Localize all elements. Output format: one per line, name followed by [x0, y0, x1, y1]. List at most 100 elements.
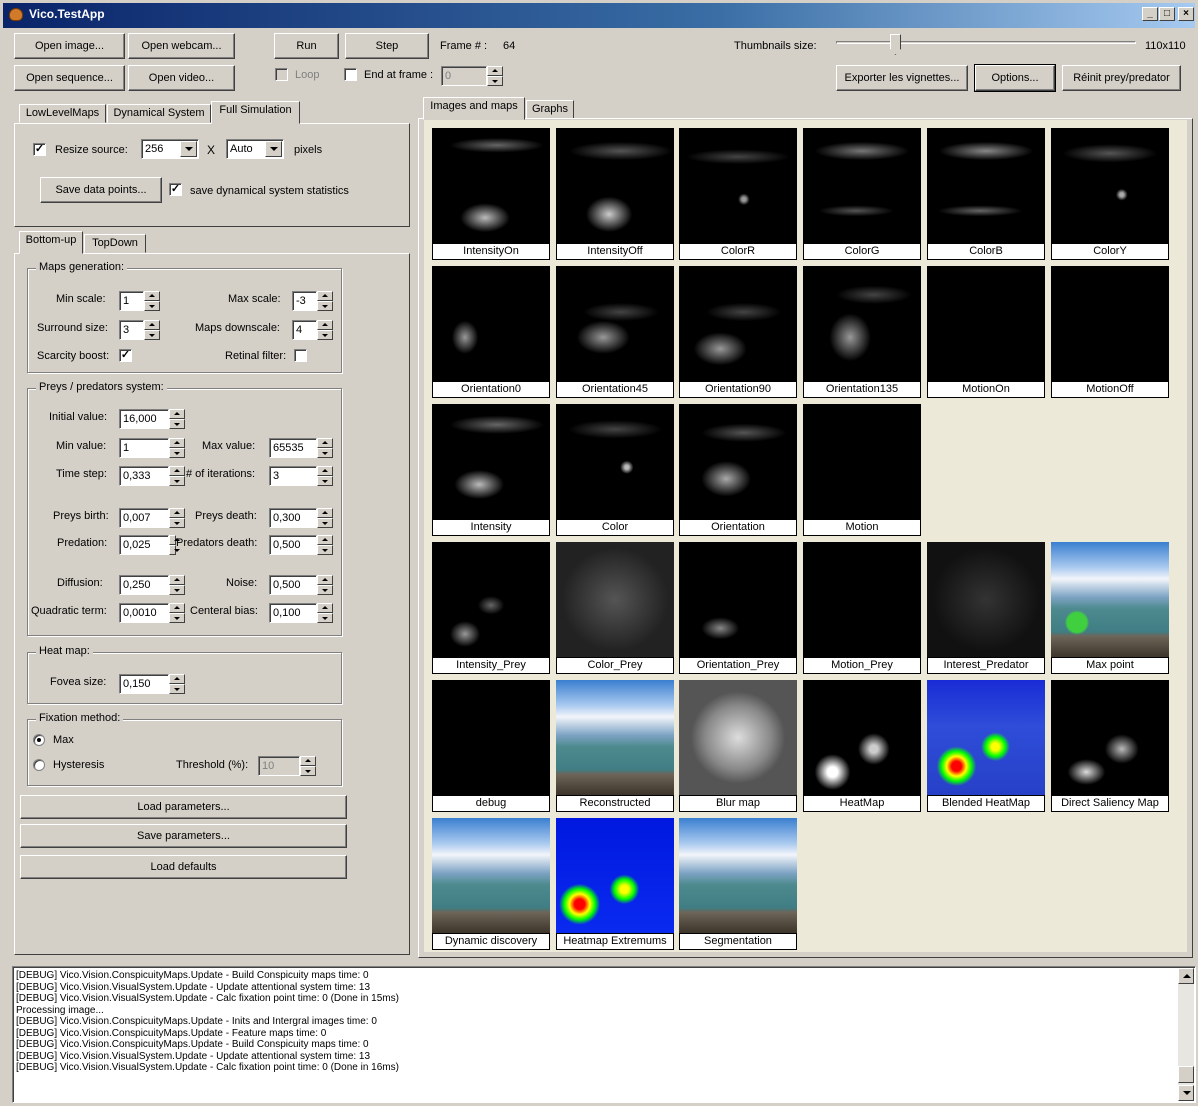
central-bias-spinner[interactable]: [317, 603, 333, 623]
thumbnail-intensityon[interactable]: IntensityOn: [432, 128, 550, 260]
resize-source-checkbox[interactable]: ✓: [33, 143, 46, 156]
time-step-spinner[interactable]: [169, 466, 185, 486]
tab-topdown[interactable]: TopDown: [84, 234, 146, 253]
close-button[interactable]: ×: [1178, 7, 1194, 21]
min-scale-spinner[interactable]: [144, 291, 160, 311]
fixation-hysteresis-radio[interactable]: [33, 759, 45, 771]
central-bias-input[interactable]: 0,100: [269, 603, 317, 623]
scroll-up-icon[interactable]: [1178, 968, 1194, 984]
predation-input[interactable]: 0,025: [119, 535, 169, 555]
predation-spinner[interactable]: [169, 535, 180, 555]
end-at-frame-spinner[interactable]: [487, 66, 503, 86]
preys-death-spinner[interactable]: [317, 508, 333, 528]
thumbnail-colorb[interactable]: ColorB: [927, 128, 1045, 260]
max-value-input[interactable]: 65535: [269, 438, 317, 458]
noise-input[interactable]: 0,500: [269, 575, 317, 595]
load-defaults-button[interactable]: Load defaults: [20, 855, 347, 879]
thumbnail-max-point[interactable]: Max point: [1051, 542, 1169, 674]
thumbnail-heatmap-extremums[interactable]: Heatmap Extremums: [556, 818, 674, 950]
thumbnail-orientation-prey[interactable]: Orientation_Prey: [679, 542, 797, 674]
thumbnail-blur-map[interactable]: Blur map: [679, 680, 797, 812]
thumbnail-intensity-prey[interactable]: Intensity_Prey: [432, 542, 550, 674]
log-output[interactable]: [DEBUG] Vico.Vision.ConspicuityMaps.Upda…: [12, 966, 1196, 1103]
thumbnail-orientation90[interactable]: Orientation90: [679, 266, 797, 398]
open-image-button[interactable]: Open image...: [14, 33, 125, 59]
thumbnails-slider-thumb[interactable]: [890, 34, 901, 55]
open-webcam-button[interactable]: Open webcam...: [128, 33, 235, 59]
open-sequence-button[interactable]: Open sequence...: [14, 65, 125, 91]
preys-birth-spinner[interactable]: [169, 508, 185, 528]
thumbnail-colory[interactable]: ColorY: [1051, 128, 1169, 260]
open-video-button[interactable]: Open video...: [128, 65, 235, 91]
fovea-size-input[interactable]: 0,150: [119, 674, 169, 694]
thumbnail-motion-prey[interactable]: Motion_Prey: [803, 542, 921, 674]
quadratic-term-input[interactable]: 0,0010: [119, 603, 169, 623]
preys-birth-input[interactable]: 0,007: [119, 508, 169, 528]
thumbnail-colorr[interactable]: ColorR: [679, 128, 797, 260]
max-value-spinner[interactable]: [317, 438, 333, 458]
thumbnail-motion[interactable]: Motion: [803, 404, 921, 536]
thumbnail-debug[interactable]: debug: [432, 680, 550, 812]
save-data-points-button[interactable]: Save data points...: [40, 177, 162, 203]
threshold-spinner[interactable]: [300, 756, 316, 776]
min-scale-input[interactable]: 1: [119, 291, 144, 311]
thumbnail-blended-heatmap[interactable]: Blended HeatMap: [927, 680, 1045, 812]
tab-lowlevelmaps[interactable]: LowLevelMaps: [19, 104, 106, 123]
predators-death-input[interactable]: 0,500: [269, 535, 317, 555]
tab-dynamical-system[interactable]: Dynamical System: [107, 104, 211, 123]
thumbnail-colorg[interactable]: ColorG: [803, 128, 921, 260]
scroll-thumb[interactable]: [1178, 1066, 1194, 1083]
reset-prey-predator-button[interactable]: Réinit prey/predator: [1062, 65, 1181, 91]
thumbnail-intensityoff[interactable]: IntensityOff: [556, 128, 674, 260]
tab-images-and-maps[interactable]: Images and maps: [423, 97, 525, 120]
thumbnail-interest-predator[interactable]: Interest_Predator: [927, 542, 1045, 674]
thumbnail-color[interactable]: Color: [556, 404, 674, 536]
thumbnail-intensity[interactable]: Intensity: [432, 404, 550, 536]
export-thumbnails-button[interactable]: Exporter les vignettes...: [836, 65, 968, 91]
loop-checkbox[interactable]: [275, 68, 288, 81]
fovea-size-spinner[interactable]: [169, 674, 185, 694]
maps-downscale-input[interactable]: 4: [292, 320, 317, 340]
iterations-spinner[interactable]: [317, 466, 333, 486]
thumbnail-segmentation[interactable]: Segmentation: [679, 818, 797, 950]
load-parameters-button[interactable]: Load parameters...: [20, 795, 347, 819]
time-step-input[interactable]: 0,333: [119, 466, 169, 486]
end-at-frame-input[interactable]: 0: [441, 66, 487, 86]
options-button[interactable]: Options...: [974, 64, 1056, 92]
threshold-input[interactable]: 10: [258, 756, 300, 776]
surround-size-input[interactable]: 3: [119, 320, 144, 340]
resize-height-select[interactable]: Auto: [226, 139, 284, 159]
noise-spinner[interactable]: [317, 575, 333, 595]
max-scale-spinner[interactable]: [317, 291, 333, 311]
thumbnail-direct-saliency-map[interactable]: Direct Saliency Map: [1051, 680, 1169, 812]
tab-bottom-up[interactable]: Bottom-up: [19, 231, 83, 254]
chevron-down-icon[interactable]: [265, 141, 282, 157]
diffusion-spinner[interactable]: [169, 575, 185, 595]
thumbnail-color-prey[interactable]: Color_Prey: [556, 542, 674, 674]
quadratic-term-spinner[interactable]: [169, 603, 185, 623]
thumbnail-dynamic-discovery[interactable]: Dynamic discovery: [432, 818, 550, 950]
chevron-down-icon[interactable]: [180, 141, 197, 157]
scroll-down-icon[interactable]: [1178, 1085, 1194, 1101]
thumbnail-heatmap[interactable]: HeatMap: [803, 680, 921, 812]
preys-death-input[interactable]: 0,300: [269, 508, 317, 528]
retinal-filter-checkbox[interactable]: [294, 349, 307, 362]
fixation-max-radio[interactable]: [33, 734, 45, 746]
diffusion-input[interactable]: 0,250: [119, 575, 169, 595]
log-scrollbar[interactable]: [1178, 968, 1194, 1101]
predators-death-spinner[interactable]: [317, 535, 333, 555]
minimize-button[interactable]: _: [1142, 7, 1158, 21]
step-button[interactable]: Step: [345, 33, 429, 59]
max-scale-input[interactable]: -3: [292, 291, 317, 311]
run-button[interactable]: Run: [274, 33, 339, 59]
thumbnail-orientation135[interactable]: Orientation135: [803, 266, 921, 398]
scarcity-boost-checkbox[interactable]: ✓: [119, 349, 132, 362]
thumbnail-motionon[interactable]: MotionOn: [927, 266, 1045, 398]
save-parameters-button[interactable]: Save parameters...: [20, 824, 347, 848]
initial-value-input[interactable]: 16,000: [119, 409, 169, 429]
initial-value-spinner[interactable]: [169, 409, 185, 429]
min-value-input[interactable]: 1: [119, 438, 169, 458]
tab-full-simulation[interactable]: Full Simulation: [211, 101, 300, 124]
thumbnail-orientation[interactable]: Orientation: [679, 404, 797, 536]
iterations-input[interactable]: 3: [269, 466, 317, 486]
